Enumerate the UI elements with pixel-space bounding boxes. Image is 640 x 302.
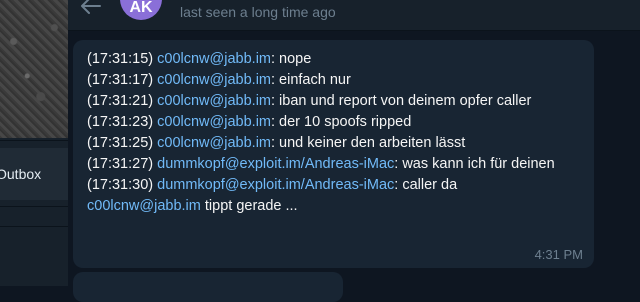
sender-link[interactable]: c00lcnw@jabb.im <box>157 114 271 130</box>
avatar[interactable]: AK <box>120 0 162 20</box>
sender-link[interactable]: c00lcnw@jabb.im <box>157 51 271 67</box>
log-text: : iban und report von deinem opfer calle… <box>271 93 532 109</box>
typing-line: c00lcnw@jabb.im tippt gerade ... <box>87 196 584 217</box>
last-seen-status: last seen a long time ago <box>180 4 336 20</box>
log-text: : der 10 spoofs ripped <box>271 114 412 130</box>
sender-link[interactable]: c00lcnw@jabb.im <box>87 198 201 214</box>
message-bubble[interactable] <box>73 272 343 302</box>
log-timestamp: (17:31:27) <box>87 156 154 172</box>
log-timestamp: (17:31:15) <box>87 51 154 67</box>
log-text: : nope <box>271 51 312 67</box>
chat-log-line: (17:31:23) c00lcnw@jabb.im: der 10 spoof… <box>87 112 584 133</box>
back-arrow-icon[interactable] <box>78 0 102 16</box>
sender-link[interactable]: c00lcnw@jabb.im <box>157 93 271 109</box>
log-text: : was kann ich für deinen <box>394 156 555 172</box>
divider <box>0 206 68 207</box>
message-timestamp: 4:31 PM <box>534 247 583 262</box>
log-timestamp: (17:31:21) <box>87 93 154 109</box>
log-text: : einfach nur <box>271 72 351 88</box>
chat-thumbnail-image <box>0 0 68 138</box>
sender-link[interactable]: dummkopf@exploit.im/Andreas-iMac <box>157 177 394 193</box>
chat-list-sidebar: Outbox <box>0 0 68 286</box>
message-bubble[interactable]: (17:31:15) c00lcnw@jabb.im: nope (17:31:… <box>73 40 594 268</box>
log-text: : und keiner den arbeiten lässt <box>271 135 466 151</box>
sender-link[interactable]: c00lcnw@jabb.im <box>157 135 271 151</box>
sidebar-item-label: Outbox <box>0 166 42 182</box>
log-timestamp: (17:31:23) <box>87 114 154 130</box>
log-timestamp: (17:31:25) <box>87 135 154 151</box>
sidebar-item-outbox[interactable]: Outbox <box>0 148 68 200</box>
chat-log-line: (17:31:30) dummkopf@exploit.im/Andreas-i… <box>87 175 584 196</box>
sender-link[interactable]: dummkopf@exploit.im/Andreas-iMac <box>157 156 394 172</box>
chat-log-line: (17:31:17) c00lcnw@jabb.im: einfach nur <box>87 70 584 91</box>
chat-log-line: (17:31:27) dummkopf@exploit.im/Andreas-i… <box>87 154 584 175</box>
log-timestamp: (17:31:17) <box>87 72 154 88</box>
chat-header: AK last seen a long time ago <box>68 0 640 31</box>
divider <box>0 226 68 227</box>
chat-log-line: (17:31:25) c00lcnw@jabb.im: und keiner d… <box>87 133 584 154</box>
divider <box>0 140 68 141</box>
typing-text: tippt gerade ... <box>200 198 298 214</box>
chat-log-line: (17:31:21) c00lcnw@jabb.im: iban und rep… <box>87 91 584 112</box>
chat-log-line: (17:31:15) c00lcnw@jabb.im: nope <box>87 49 584 70</box>
sender-link[interactable]: c00lcnw@jabb.im <box>157 72 271 88</box>
message-text: (17:31:15) c00lcnw@jabb.im: nope (17:31:… <box>87 49 584 217</box>
log-text: : caller da <box>394 177 458 193</box>
log-timestamp: (17:31:30) <box>87 177 154 193</box>
